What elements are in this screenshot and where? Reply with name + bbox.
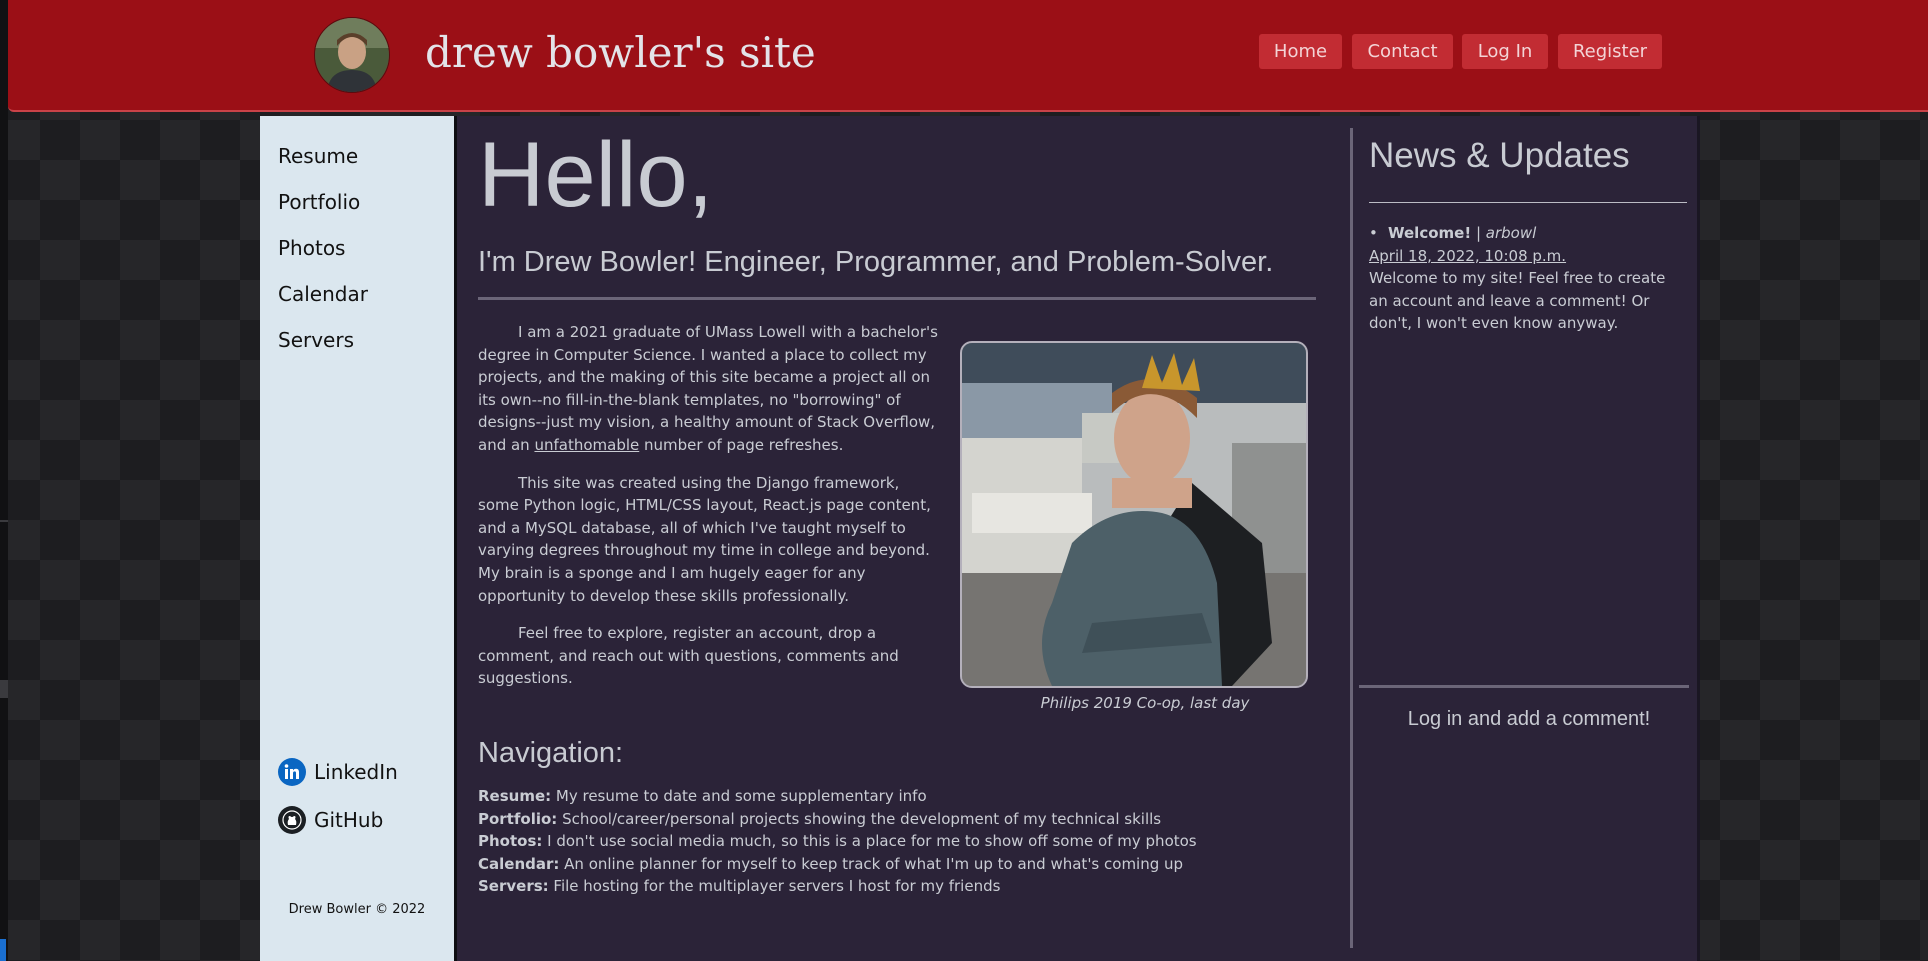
- add-comment-link[interactable]: Log in and add a comment!: [1359, 708, 1699, 731]
- list-item: Resume: My resume to date and some suppl…: [478, 787, 927, 805]
- column-divider: [1350, 128, 1353, 948]
- tagline: I'm Drew Bowler! Engineer, Programmer, a…: [478, 246, 1274, 278]
- sidebar-item-servers[interactable]: Servers: [278, 325, 354, 355]
- news-author: arbowl: [1485, 224, 1537, 242]
- nav-login-button[interactable]: Log In: [1462, 34, 1548, 69]
- news-body: Welcome to my site! Feel free to create …: [1369, 269, 1666, 333]
- nav-home-button[interactable]: Home: [1259, 34, 1342, 69]
- news-date-link[interactable]: April 18, 2022, 10:08 p.m.: [1369, 245, 1687, 268]
- sidebar-item-resume[interactable]: Resume: [278, 141, 358, 171]
- bio-paragraph: This site was created using the Django f…: [478, 473, 931, 605]
- bio: I am a 2021 graduate of UMass Lowell wit…: [478, 321, 940, 705]
- sidebar-item-calendar[interactable]: Calendar: [278, 279, 368, 309]
- list-item: Servers: File hosting for the multiplaye…: [478, 877, 1001, 896]
- bio-paragraph: Feel free to explore, register an accoun…: [478, 624, 899, 688]
- avatar[interactable]: [314, 17, 390, 93]
- news-item: • Welcome! | arbowl April 18, 2022, 10:08…: [1369, 222, 1687, 335]
- strip-indicator: [0, 939, 6, 961]
- site-header: drew bowler's site Home Contact Log In R…: [8, 0, 1928, 112]
- main-content: Hello, I'm Drew Bowler! Engineer, Progra…: [457, 116, 1700, 961]
- photo-caption: Philips 2019 Co-op, last day: [1040, 694, 1250, 712]
- news-headline: Welcome!: [1388, 224, 1472, 242]
- linkedin-label: LinkedIn: [314, 760, 398, 784]
- github-icon: [278, 806, 306, 834]
- copyright: Drew Bowler © 2022: [288, 902, 426, 917]
- page-container: Resume Portfolio Photos Calendar Servers…: [260, 116, 1700, 961]
- news-divider-bottom: [1359, 685, 1689, 688]
- github-link[interactable]: GitHub: [278, 805, 383, 835]
- github-label: GitHub: [314, 808, 384, 832]
- news-title: News & Updates: [1369, 136, 1630, 175]
- navigation-list: Resume: My resume to date and some suppl…: [478, 785, 1318, 898]
- site-title[interactable]: drew bowler's site: [425, 22, 816, 84]
- navigation-heading: Navigation:: [478, 737, 624, 769]
- profile-photo: [960, 341, 1308, 688]
- content-edge: [1697, 116, 1700, 961]
- strip-tick: [0, 680, 8, 698]
- sidebar-item-photos[interactable]: Photos: [278, 233, 345, 263]
- linkedin-link[interactable]: LinkedIn: [278, 757, 398, 787]
- sidebar: Resume Portfolio Photos Calendar Servers…: [260, 116, 457, 961]
- nav-contact-button[interactable]: Contact: [1352, 34, 1453, 69]
- linkedin-icon: [278, 758, 306, 786]
- strip-tick: [0, 520, 8, 522]
- news-divider: [1369, 202, 1687, 203]
- list-item: Photos: I don't use social media much, s…: [478, 832, 1197, 851]
- bio-paragraph: I am a 2021 graduate of UMass Lowell wit…: [478, 323, 938, 454]
- nav-register-button[interactable]: Register: [1558, 34, 1662, 69]
- page-title: Hello,: [478, 124, 714, 226]
- sidebar-item-portfolio[interactable]: Portfolio: [278, 187, 360, 217]
- list-item: Portfolio: School/career/personal projec…: [478, 809, 1162, 828]
- left-window-strip: [0, 0, 8, 961]
- divider: [478, 297, 1316, 300]
- unfathomable-link[interactable]: unfathomable: [534, 436, 639, 454]
- list-item: Calendar: An online planner for myself t…: [478, 854, 1184, 873]
